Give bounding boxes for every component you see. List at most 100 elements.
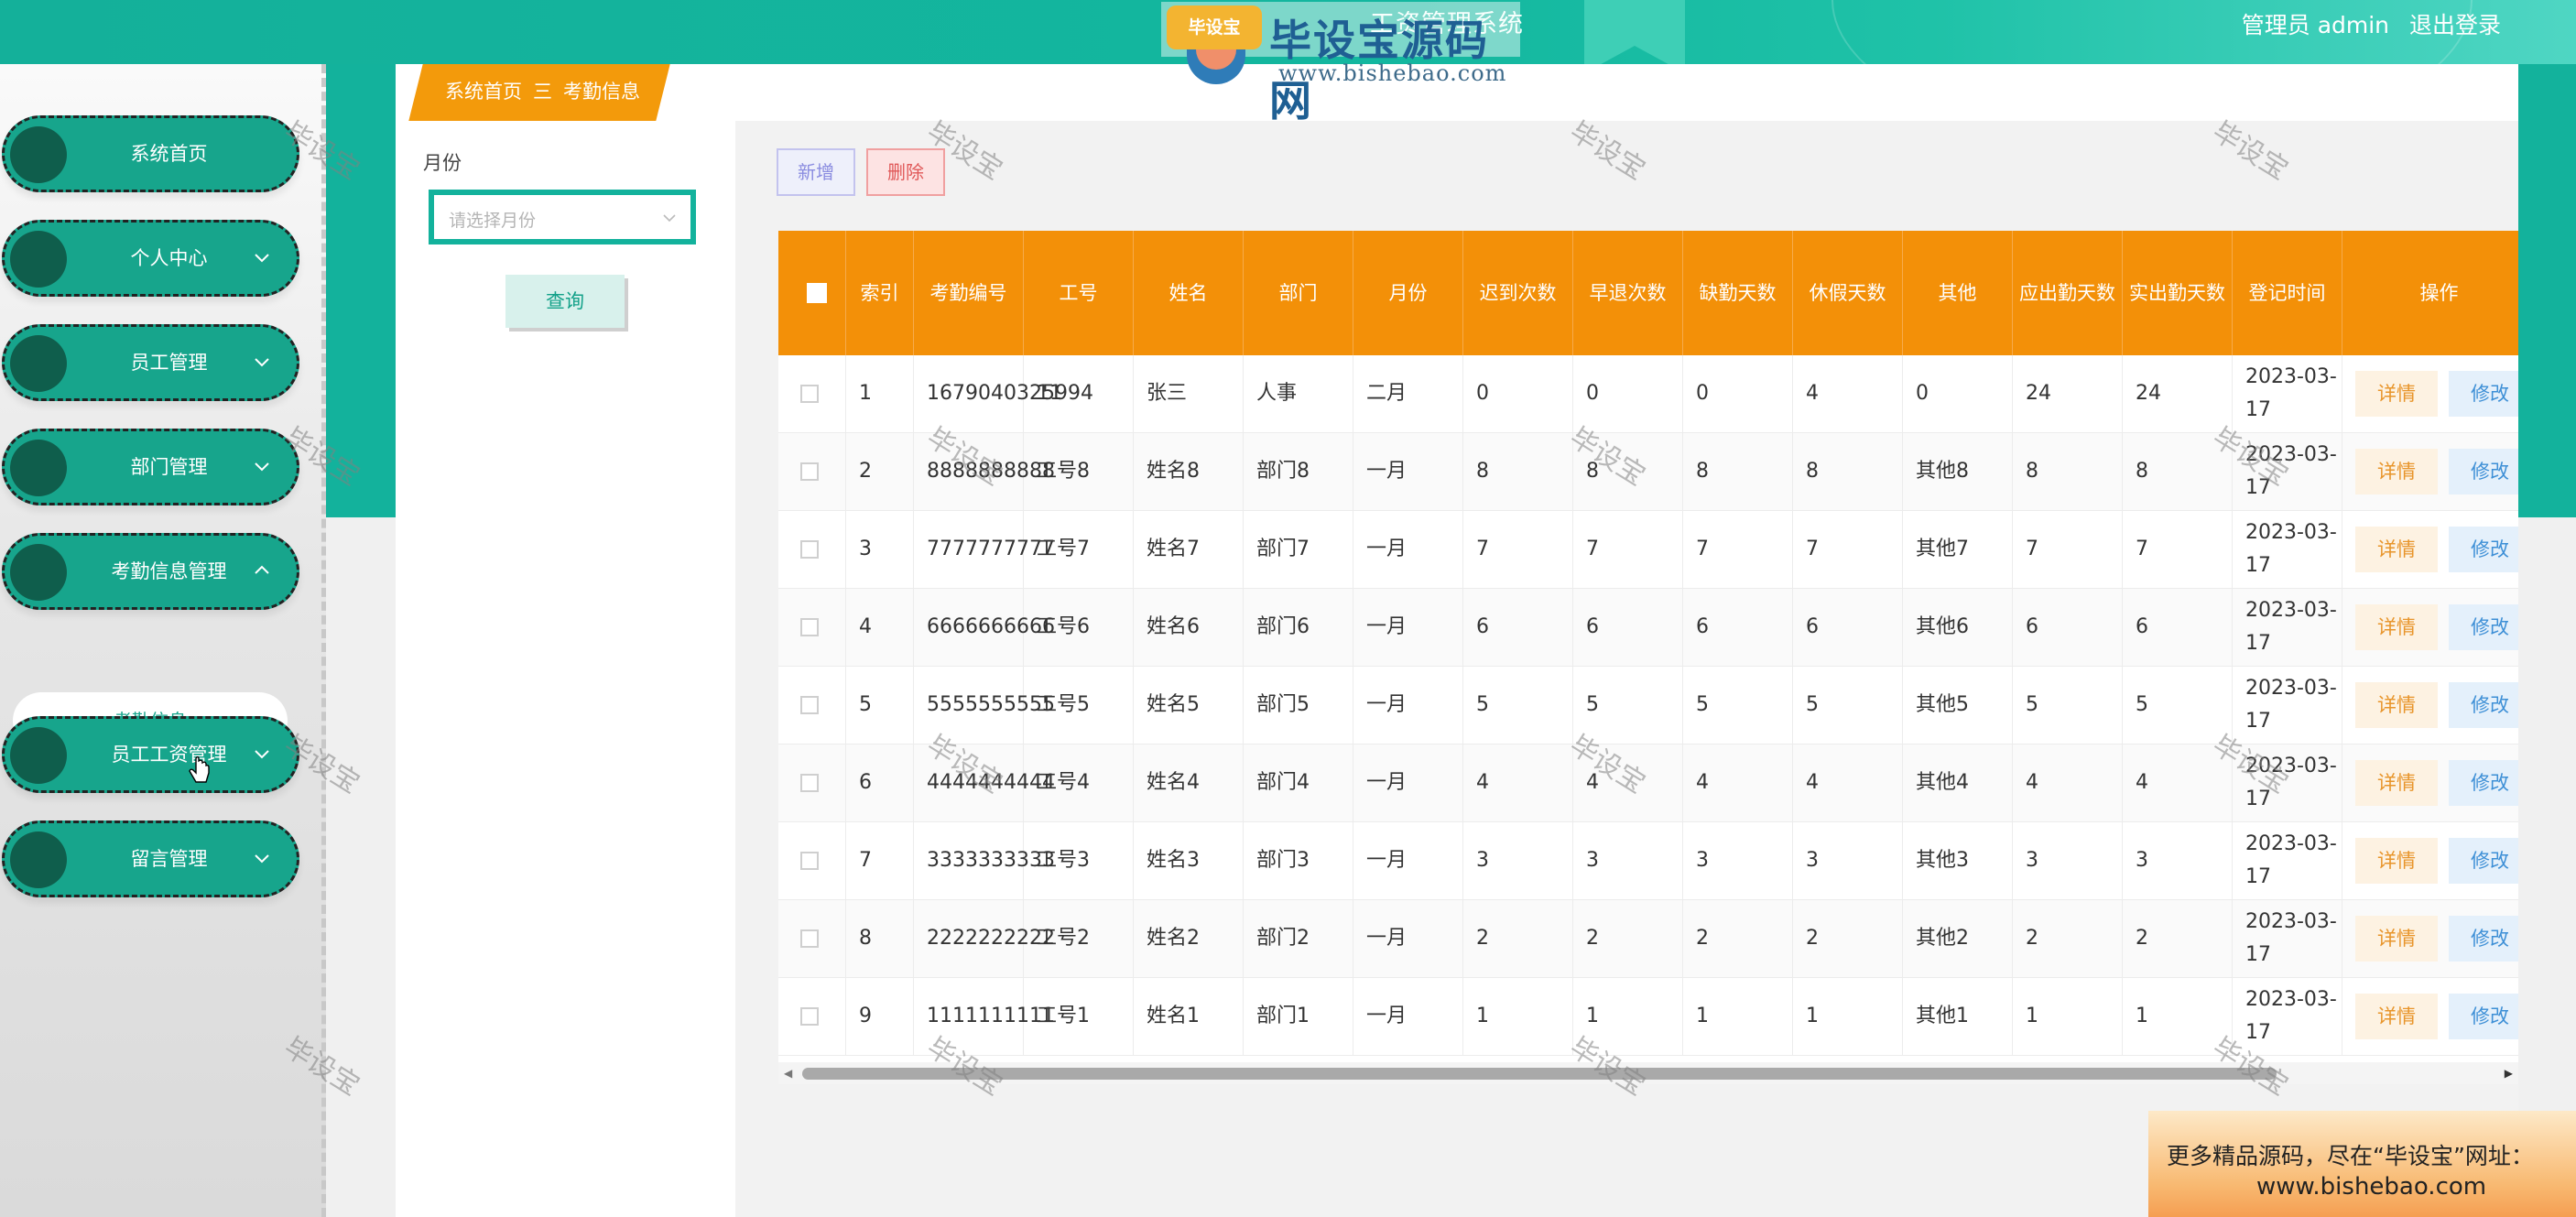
- promo-text: 更多精品源码，尽在“毕设宝”网址：: [2167, 1143, 2534, 1169]
- cell-actual: 8: [2123, 433, 2233, 510]
- edit-button[interactable]: 修改: [2449, 527, 2518, 572]
- table-header-row: 索引 考勤编号 工号 姓名 部门 月份 迟到次数 早退次数 缺勤天数 休假天数 其他 应出勤天数 实出勤…: [778, 231, 2518, 355]
- row-checkbox[interactable]: [800, 618, 819, 636]
- edit-button[interactable]: 修改: [2449, 604, 2518, 650]
- cell-actual: 2: [2123, 900, 2233, 977]
- edit-button[interactable]: 修改: [2449, 371, 2518, 417]
- row-checkbox[interactable]: [800, 696, 819, 714]
- detail-button[interactable]: 详情: [2355, 838, 2438, 884]
- edit-button[interactable]: 修改: [2449, 449, 2518, 494]
- cell-due: 4: [2013, 744, 2123, 821]
- row-checkbox[interactable]: [800, 1007, 819, 1026]
- cell-due: 5: [2013, 667, 2123, 744]
- add-button[interactable]: 新增: [777, 148, 855, 196]
- cell-due: 1: [2013, 978, 2123, 1055]
- row-checkbox[interactable]: [800, 774, 819, 792]
- edit-button[interactable]: 修改: [2449, 916, 2518, 962]
- cell-absent: 4: [1683, 744, 1793, 821]
- promo-url: www.bishebao.com: [2256, 1173, 2487, 1201]
- row-checkbox[interactable]: [800, 462, 819, 481]
- select-all-checkbox[interactable]: [806, 283, 827, 303]
- cell-month: 一月: [1353, 744, 1463, 821]
- detail-button[interactable]: 详情: [2355, 682, 2438, 728]
- sidebar: 系统首页 个人中心 员工管理 部门管理 考勤信息管理 考勤信息 员工工资管理 留…: [0, 64, 326, 1217]
- edit-button[interactable]: 修改: [2449, 838, 2518, 884]
- scroll-right-arrow-icon[interactable]: ▶: [2505, 1067, 2513, 1080]
- sidebar-item-employees[interactable]: 员工管理: [2, 324, 299, 401]
- cell-other: 其他1: [1903, 978, 2013, 1055]
- row-select-cell: [778, 667, 846, 744]
- search-panel: 月份 请选择月份 查询: [396, 121, 735, 1217]
- row-checkbox[interactable]: [800, 929, 819, 948]
- cell-dept: 部门3: [1244, 822, 1353, 899]
- cell-name: 姓名6: [1134, 589, 1244, 666]
- sidebar-item-messages[interactable]: 留言管理: [2, 820, 299, 897]
- month-select[interactable]: 请选择月份: [429, 190, 696, 244]
- sidebar-item-departments[interactable]: 部门管理: [2, 429, 299, 505]
- scrollbar-thumb[interactable]: [802, 1068, 2277, 1080]
- detail-button[interactable]: 详情: [2355, 371, 2438, 417]
- cell-early: 5: [1573, 667, 1683, 744]
- row-select-cell: [778, 978, 846, 1055]
- chevron-down-icon: [255, 462, 269, 472]
- cell-late: 2: [1463, 900, 1573, 977]
- row-checkbox[interactable]: [800, 540, 819, 559]
- table-row: 3 7777777777 工号7 姓名7 部门7 一月 7 7 7 7 其他7 7 7 2023-03-1…: [778, 511, 2518, 589]
- edit-button[interactable]: 修改: [2449, 994, 2518, 1039]
- detail-button[interactable]: 详情: [2355, 994, 2438, 1039]
- column-header: 缺勤天数: [1683, 231, 1793, 355]
- chevron-down-icon: [255, 254, 269, 263]
- cell-early: 0: [1573, 355, 1683, 432]
- scroll-left-arrow-icon[interactable]: ◀: [784, 1067, 792, 1080]
- detail-button[interactable]: 详情: [2355, 527, 2438, 572]
- delete-button[interactable]: 删除: [866, 148, 945, 196]
- cell-month: 一月: [1353, 589, 1463, 666]
- promo-banner: 更多精品源码，尽在“毕设宝”网址： www.bishebao.com: [2148, 1111, 2576, 1217]
- cell-month: 一月: [1353, 511, 1463, 588]
- sidebar-item-profile[interactable]: 个人中心: [2, 220, 299, 297]
- row-actions: 详情 修改: [2342, 511, 2518, 588]
- cell-code: 3333333333: [914, 822, 1055, 899]
- row-actions: 详情 修改: [2342, 822, 2518, 899]
- cell-code: 7777777777: [914, 511, 1055, 588]
- detail-button[interactable]: 详情: [2355, 916, 2438, 962]
- cell-dept: 部门6: [1244, 589, 1353, 666]
- cell-emp_no: 工号7: [1024, 511, 1134, 588]
- cell-due: 6: [2013, 589, 2123, 666]
- cell-idx: 5: [846, 667, 914, 744]
- cell-due: 7: [2013, 511, 2123, 588]
- sidebar-item-home[interactable]: 系统首页: [2, 115, 299, 192]
- sidebar-item-attendance[interactable]: 考勤信息管理: [2, 533, 299, 610]
- row-checkbox[interactable]: [800, 852, 819, 870]
- column-header: 应出勤天数: [2013, 231, 2123, 355]
- cell-other: 其他8: [1903, 433, 2013, 510]
- sidebar-item-salary[interactable]: 员工工资管理: [2, 716, 299, 793]
- cell-leave: 8: [1793, 433, 1903, 510]
- cell-late: 3: [1463, 822, 1573, 899]
- cell-month: 一月: [1353, 667, 1463, 744]
- cell-early: 1: [1573, 978, 1683, 1055]
- sidebar-item-label: 系统首页: [130, 143, 208, 165]
- query-button[interactable]: 查询: [505, 275, 625, 328]
- edit-button[interactable]: 修改: [2449, 760, 2518, 806]
- cell-time: 2023-03-17: [2233, 822, 2342, 899]
- detail-button[interactable]: 详情: [2355, 449, 2438, 494]
- horizontal-scrollbar[interactable]: ◀ ▶: [778, 1062, 2518, 1084]
- cell-month: 一月: [1353, 822, 1463, 899]
- cell-late: 4: [1463, 744, 1573, 821]
- header-decor-ribbon: [1584, 0, 1685, 64]
- row-actions: 详情 修改: [2342, 744, 2518, 821]
- cell-emp_no: 工号5: [1024, 667, 1134, 744]
- cell-emp_no: 工号2: [1024, 900, 1134, 977]
- edit-button[interactable]: 修改: [2449, 682, 2518, 728]
- row-checkbox[interactable]: [800, 385, 819, 403]
- cell-leave: 6: [1793, 589, 1903, 666]
- row-select-cell: [778, 900, 846, 977]
- breadcrumb-home[interactable]: 系统首页: [445, 81, 522, 103]
- cell-early: 3: [1573, 822, 1683, 899]
- column-header: 迟到次数: [1463, 231, 1573, 355]
- detail-button[interactable]: 详情: [2355, 604, 2438, 650]
- logout-link[interactable]: 退出登录: [2409, 12, 2501, 38]
- column-header: 登记时间: [2233, 231, 2342, 355]
- detail-button[interactable]: 详情: [2355, 760, 2438, 806]
